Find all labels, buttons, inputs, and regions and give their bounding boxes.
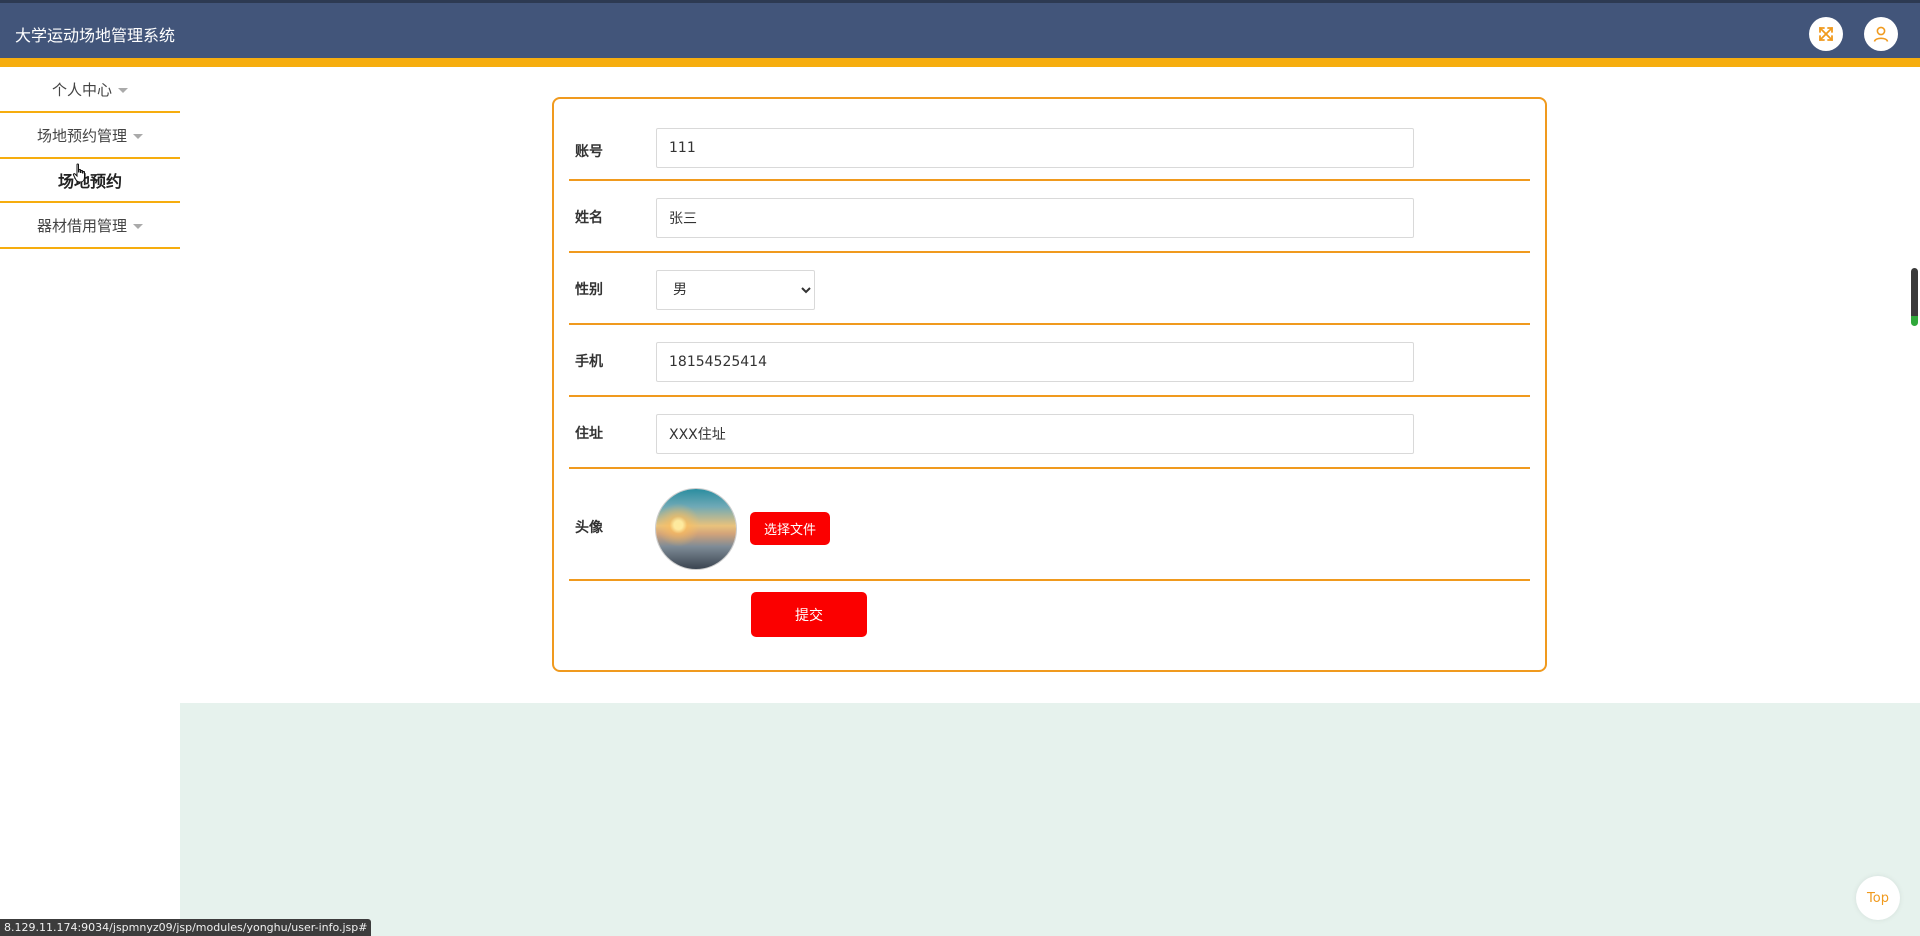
top-header-bar: 大学运动场地管理系统: [0, 0, 1920, 58]
form-row-account: 账号: [569, 123, 1530, 181]
form-row-phone: 手机: [569, 325, 1530, 397]
hand-pointer-cursor-icon: [72, 163, 85, 183]
expand-arrows-icon: [1819, 27, 1833, 41]
caret-down-icon: [133, 223, 143, 229]
caret-down-icon: [133, 133, 143, 139]
name-input[interactable]: [656, 198, 1414, 238]
caret-down-icon: [118, 87, 128, 93]
fullscreen-button[interactable]: [1809, 17, 1843, 51]
form-row-gender: 性别 男: [569, 253, 1530, 325]
choose-file-button[interactable]: 选择文件: [750, 512, 830, 545]
back-to-top-button[interactable]: Top: [1856, 876, 1900, 920]
sidebar-item-label: 个人中心: [51, 80, 112, 99]
header-accent-stripe: [0, 58, 1920, 67]
user-info-form: 账号 姓名 性别 男 手机 住址 头像 选择文件 提交: [552, 97, 1547, 672]
sidebar-item-personal-center[interactable]: 个人中心: [0, 67, 180, 113]
content-background: [180, 703, 1920, 936]
phone-label: 手机: [575, 354, 603, 370]
sidebar-subitem-venue-booking[interactable]: 场地预约: [0, 159, 180, 203]
name-label: 姓名: [575, 210, 603, 226]
form-row-name: 姓名: [569, 181, 1530, 253]
scrollbar-thumb[interactable]: [1911, 268, 1918, 326]
user-icon: [1873, 26, 1889, 42]
address-input[interactable]: [656, 414, 1414, 454]
submit-button[interactable]: 提交: [751, 592, 867, 637]
sidebar-item-label: 场地预约管理: [36, 126, 127, 145]
user-menu-button[interactable]: [1864, 17, 1898, 51]
account-label: 账号: [575, 144, 603, 160]
sidebar-item-label: 器材借用管理: [36, 216, 127, 235]
gender-select[interactable]: 男: [656, 270, 815, 310]
avatar-label: 头像: [575, 520, 603, 536]
sidebar-nav: 个人中心 场地预约管理 场地预约 器材借用管理: [0, 67, 180, 936]
sidebar-item-equipment-borrow-management[interactable]: 器材借用管理: [0, 203, 180, 249]
address-label: 住址: [575, 426, 603, 442]
status-bar-url: 8.129.11.174:9034/jspmnyz09/jsp/modules/…: [0, 919, 372, 936]
gender-label: 性别: [575, 282, 603, 298]
form-row-avatar: 头像 选择文件: [569, 469, 1530, 581]
sidebar-item-venue-booking-management[interactable]: 场地预约管理: [0, 113, 180, 159]
form-row-address: 住址: [569, 397, 1530, 469]
avatar-image: [656, 489, 736, 569]
sidebar-item-label: 场地预约: [57, 172, 122, 191]
account-input[interactable]: [656, 128, 1414, 168]
phone-input[interactable]: [656, 342, 1414, 382]
app-title: 大学运动场地管理系统: [15, 26, 176, 45]
